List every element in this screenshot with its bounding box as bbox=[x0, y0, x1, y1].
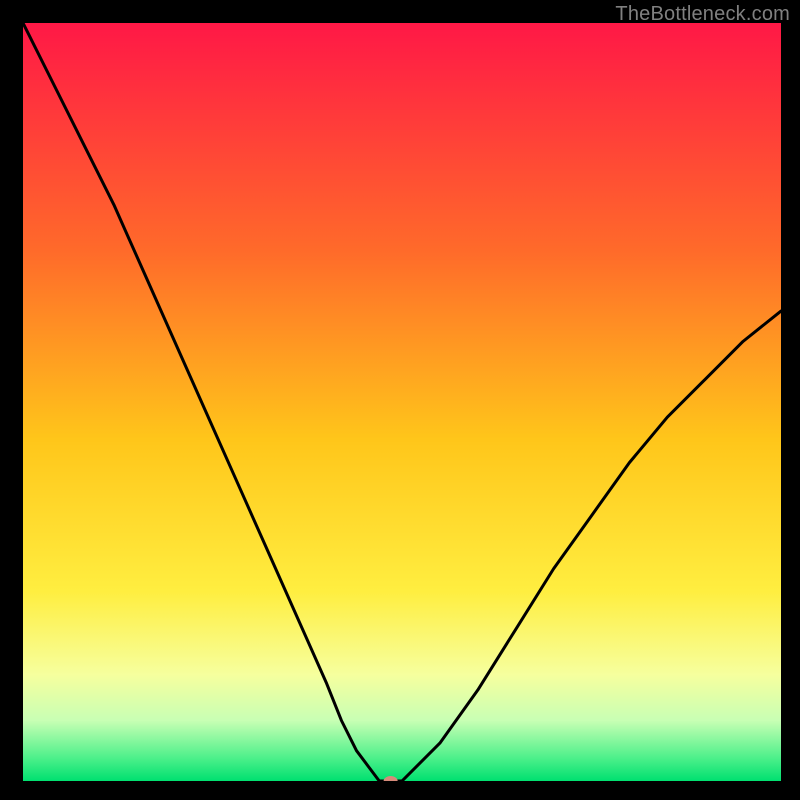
gradient-background bbox=[23, 23, 781, 781]
plot-area bbox=[23, 23, 781, 781]
attribution-label: TheBottleneck.com bbox=[615, 3, 790, 26]
plot-svg bbox=[23, 23, 781, 781]
chart-frame: TheBottleneck.com bbox=[0, 0, 800, 800]
